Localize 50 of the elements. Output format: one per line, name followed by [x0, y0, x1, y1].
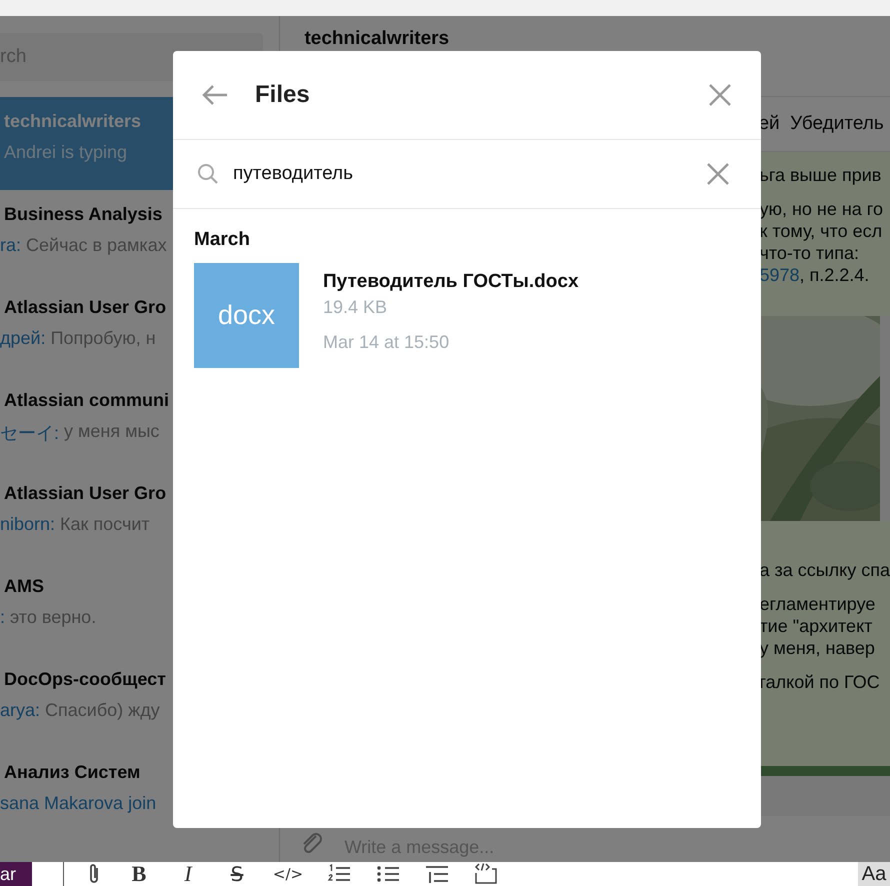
- message-preview: Как посчит: [60, 514, 150, 535]
- message-sender: ra:: [0, 235, 22, 256]
- message-preview: это верно.: [10, 607, 96, 628]
- chat-title: Atlassian communi: [4, 390, 170, 411]
- message-preview: у меня мыс: [64, 421, 160, 443]
- message-text: что-то типа:: [759, 242, 860, 264]
- message-preview: Попробую, н: [50, 328, 156, 349]
- chat-header-title: technicalwriters: [304, 28, 450, 49]
- close-button[interactable]: [707, 82, 733, 108]
- message-text: тие "архитект: [759, 615, 874, 637]
- message-preview: Спасибо) жду: [45, 700, 160, 721]
- bullet-list-icon[interactable]: [376, 864, 400, 884]
- message-sender: дрей:: [0, 328, 46, 349]
- message-sender: sana Makarova join: [0, 793, 156, 814]
- message-text: ьга выше прив: [759, 164, 882, 186]
- message-text: галкой по ГОС: [759, 671, 881, 693]
- code-button[interactable]: </>: [274, 862, 302, 886]
- message-sender: arya:: [0, 700, 40, 721]
- numbered-list-icon[interactable]: [327, 864, 351, 884]
- message-link[interactable]: 5978: [759, 265, 800, 285]
- message-text: , п.2.2.4.: [799, 265, 870, 285]
- chat-title: technicalwriters: [4, 111, 142, 132]
- chat-title: Atlassian User Gro: [4, 297, 166, 318]
- message-text: а за ссылку спа: [759, 559, 890, 581]
- format-button[interactable]: Aa: [858, 862, 890, 886]
- chat-title: Анализ Систем: [4, 762, 140, 783]
- chat-title: AMS: [4, 576, 44, 597]
- bold-button[interactable]: B: [127, 862, 151, 886]
- message-preview: Сейчас в рамках: [26, 235, 167, 256]
- file-name[interactable]: Путеводитель ГОСТы.docx: [323, 271, 579, 293]
- italic-button[interactable]: I: [176, 862, 200, 886]
- message-text: ую, но не на го: [759, 198, 884, 220]
- search-icon: [197, 163, 219, 185]
- message-sender: niborn:: [0, 514, 56, 535]
- chat-title: Atlassian User Gro: [4, 483, 166, 504]
- code-block-icon[interactable]: [474, 863, 498, 885]
- message-sender: セーイ:: [0, 422, 60, 445]
- indent-list-icon[interactable]: [425, 864, 449, 884]
- workspace-label[interactable]: ar: [0, 862, 32, 886]
- file-size: 19.4 KB: [323, 297, 388, 318]
- section-header: March: [193, 228, 251, 251]
- clear-search-button[interactable]: [705, 161, 731, 187]
- file-date: Mar 14 at 15:50: [323, 332, 450, 353]
- chat-title: DocOps-сообщест: [4, 669, 166, 690]
- message-sender: :: [0, 607, 6, 628]
- chat-title: Business Analysis: [4, 204, 162, 225]
- back-button[interactable]: [201, 83, 229, 107]
- message-preview: Andrei is typing: [4, 142, 128, 163]
- message-text: егламентируе: [759, 593, 876, 615]
- strikethrough-button[interactable]: S: [225, 862, 249, 886]
